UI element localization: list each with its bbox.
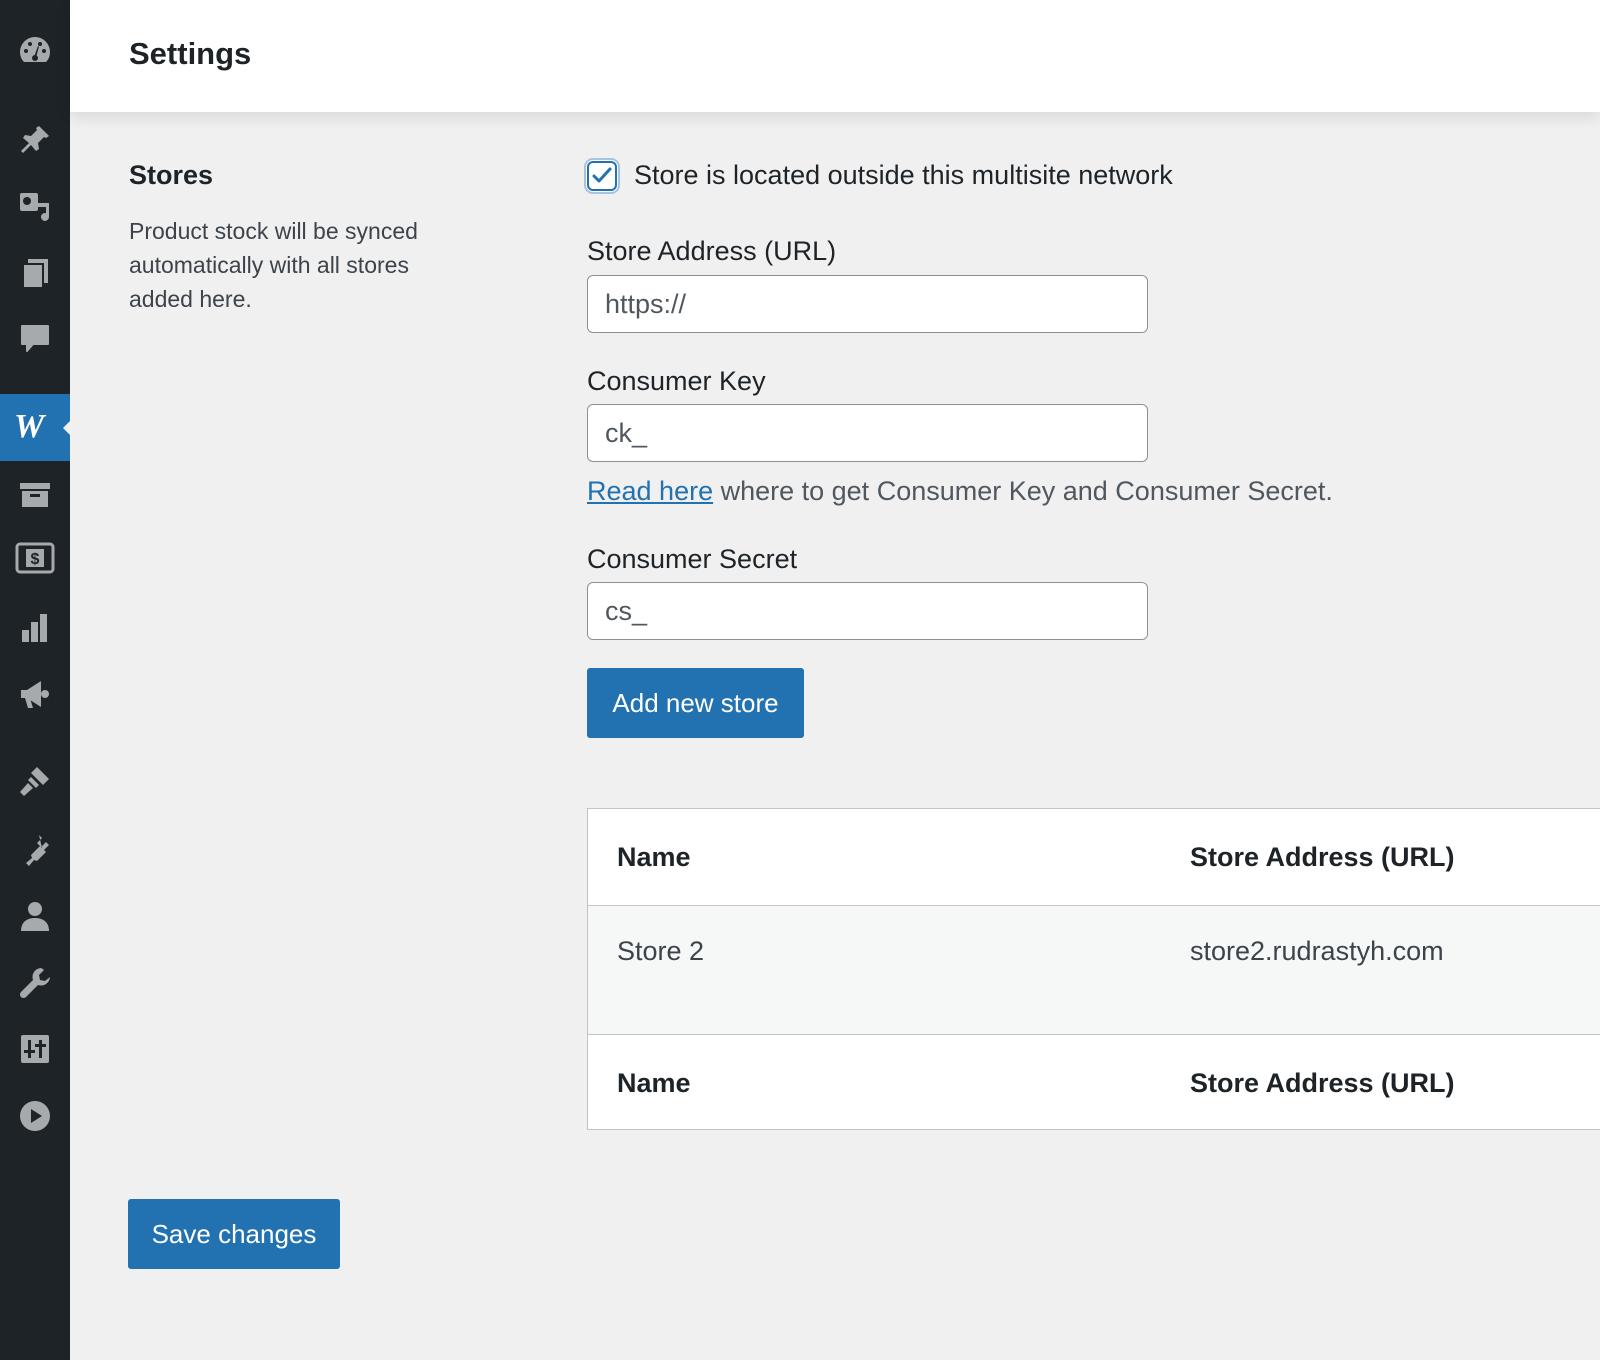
page-title: Settings xyxy=(129,36,252,71)
save-changes-button[interactable]: Save changes xyxy=(128,1199,340,1269)
consumer-key-input[interactable] xyxy=(587,404,1148,462)
admin-sidebar: W $ xyxy=(0,0,71,1360)
users-icon[interactable] xyxy=(12,893,58,939)
analytics-icon[interactable] xyxy=(12,605,58,651)
table-header-row: Name Store Address (URL) xyxy=(588,809,1600,906)
column-header-name[interactable]: Name xyxy=(617,842,691,873)
comments-icon[interactable] xyxy=(12,316,58,362)
section-description: Product stock will be synced automatical… xyxy=(129,218,418,312)
section-title: Stores xyxy=(129,160,214,190)
svg-text:$: $ xyxy=(31,551,40,568)
consumer-key-help: Read here where to get Consumer Key and … xyxy=(587,476,1333,507)
pages-icon[interactable] xyxy=(12,250,58,296)
checkmark-icon xyxy=(592,167,612,182)
store-address-input[interactable] xyxy=(587,275,1148,333)
marketing-megaphone-icon[interactable] xyxy=(12,671,58,717)
consumer-secret-label: Consumer Secret xyxy=(587,544,798,574)
appearance-brush-icon[interactable] xyxy=(12,758,58,804)
settings-sliders-icon[interactable] xyxy=(12,1026,58,1072)
plugins-icon[interactable] xyxy=(12,826,58,872)
media-icon[interactable] xyxy=(12,184,58,230)
stores-table: Name Store Address (URL) Store 2 store2.… xyxy=(587,808,1600,1130)
read-here-link[interactable]: Read here xyxy=(587,476,713,506)
column-header-url[interactable]: Store Address (URL) xyxy=(1190,842,1455,873)
store-name-cell: Store 2 xyxy=(617,936,705,966)
help-text: where to get Consumer Key and Consumer S… xyxy=(713,476,1333,506)
store-url-cell: store2.rudrastyh.com xyxy=(1190,936,1444,966)
woocommerce-menu-item[interactable]: W xyxy=(0,394,71,461)
products-archive-icon[interactable] xyxy=(12,472,58,518)
outside-network-checkbox[interactable] xyxy=(587,160,617,191)
footer-header-name[interactable]: Name xyxy=(617,1068,691,1099)
tools-wrench-icon[interactable] xyxy=(12,960,58,1006)
consumer-key-label: Consumer Key xyxy=(587,366,766,396)
store-address-label: Store Address (URL) xyxy=(587,236,837,266)
footer-header-url[interactable]: Store Address (URL) xyxy=(1190,1068,1455,1099)
outside-network-label: Store is located outside this multisite … xyxy=(634,160,1173,190)
play-icon[interactable] xyxy=(12,1093,58,1139)
active-menu-pointer xyxy=(63,420,71,436)
posts-pin-icon[interactable] xyxy=(12,117,58,163)
table-footer-row: Name Store Address (URL) xyxy=(588,1036,1600,1130)
add-new-store-button[interactable]: Add new store xyxy=(587,668,804,738)
consumer-secret-input[interactable] xyxy=(587,582,1148,640)
table-row[interactable]: Store 2 store2.rudrastyh.com xyxy=(588,906,1600,1035)
payments-dollar-icon[interactable]: $ xyxy=(12,535,58,581)
dashboard-icon[interactable] xyxy=(12,28,58,74)
page-header: Settings xyxy=(70,0,1600,112)
outside-network-option: Store is located outside this multisite … xyxy=(587,160,1173,191)
woocommerce-icon: W xyxy=(14,408,45,445)
